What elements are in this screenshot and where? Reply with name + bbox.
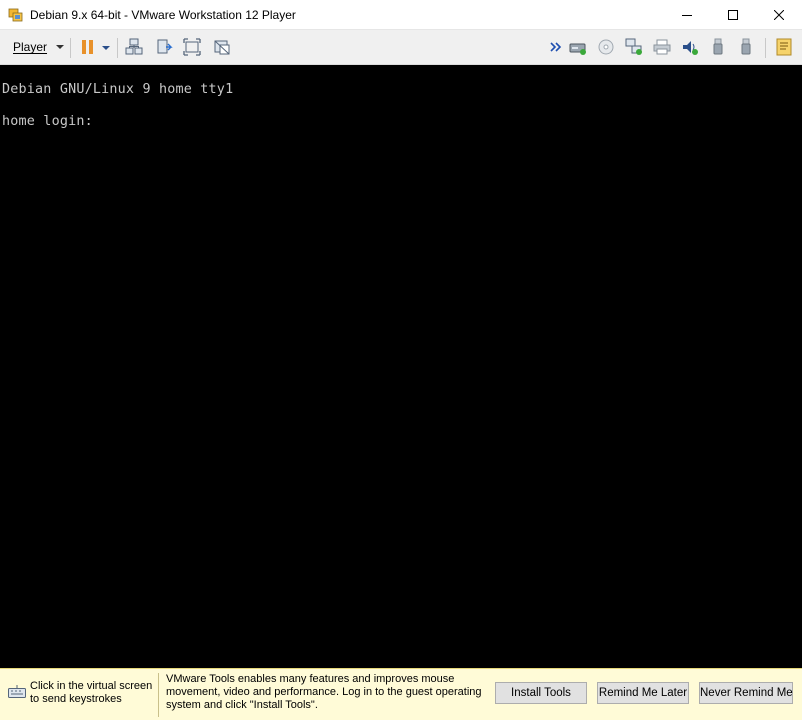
message-log-icon[interactable]: [775, 38, 793, 56]
close-icon: [774, 10, 784, 20]
player-menu-button[interactable]: Player: [6, 36, 64, 58]
printer-icon[interactable]: [653, 38, 671, 56]
remind-me-later-button[interactable]: Remind Me Later: [597, 682, 689, 704]
console-line-1: Debian GNU/Linux 9 home tty1: [2, 82, 234, 97]
cd-dvd-icon[interactable]: [597, 38, 615, 56]
unity-icon[interactable]: [213, 38, 231, 56]
window-title: Debian 9.x 64-bit - VMware Workstation 1…: [30, 8, 296, 22]
sound-card-icon[interactable]: [681, 38, 699, 56]
usb-device-icon[interactable]: [709, 38, 727, 56]
toolbar-divider: [117, 38, 118, 58]
chevron-down-icon: [56, 45, 64, 49]
removable-devices-icon[interactable]: [155, 38, 173, 56]
login-prompt: home login:: [2, 114, 93, 129]
vmware-app-icon: [8, 7, 24, 23]
minimize-button[interactable]: [664, 0, 710, 30]
minimize-icon: [682, 15, 692, 16]
pause-icon[interactable]: [79, 38, 97, 56]
virtual-machine-screen[interactable]: Debian GNU/Linux 9 home tty1 home login:: [0, 65, 802, 668]
expand-devices-icon[interactable]: [549, 38, 563, 56]
fullscreen-icon[interactable]: [183, 38, 201, 56]
install-tools-button[interactable]: Install Tools: [495, 682, 587, 704]
usb-device-2-icon[interactable]: [737, 38, 755, 56]
player-menu-label: Player: [13, 40, 48, 54]
pause-dropdown-icon[interactable]: [100, 38, 112, 56]
toolbar-divider: [70, 38, 71, 58]
keyboard-icon: [8, 685, 26, 699]
close-button[interactable]: [756, 0, 802, 30]
network-adapter-icon[interactable]: [625, 38, 643, 56]
toolbar: Player: [0, 30, 802, 65]
vmware-tools-message: VMware Tools enables many features and i…: [166, 673, 482, 711]
toolbar-divider: [765, 38, 766, 58]
title-bar: Debian 9.x 64-bit - VMware Workstation 1…: [0, 0, 802, 30]
keystroke-hint: Click in the virtual screen to send keys…: [30, 680, 153, 705]
maximize-button[interactable]: [710, 0, 756, 30]
send-ctrl-alt-del-icon[interactable]: [125, 38, 143, 56]
never-remind-me-button[interactable]: Never Remind Me: [699, 682, 793, 704]
notification-divider: [158, 673, 159, 717]
maximize-icon: [728, 10, 738, 20]
vmware-tools-notification-bar: Click in the virtual screen to send keys…: [0, 668, 802, 720]
hard-disk-icon[interactable]: [569, 38, 587, 56]
